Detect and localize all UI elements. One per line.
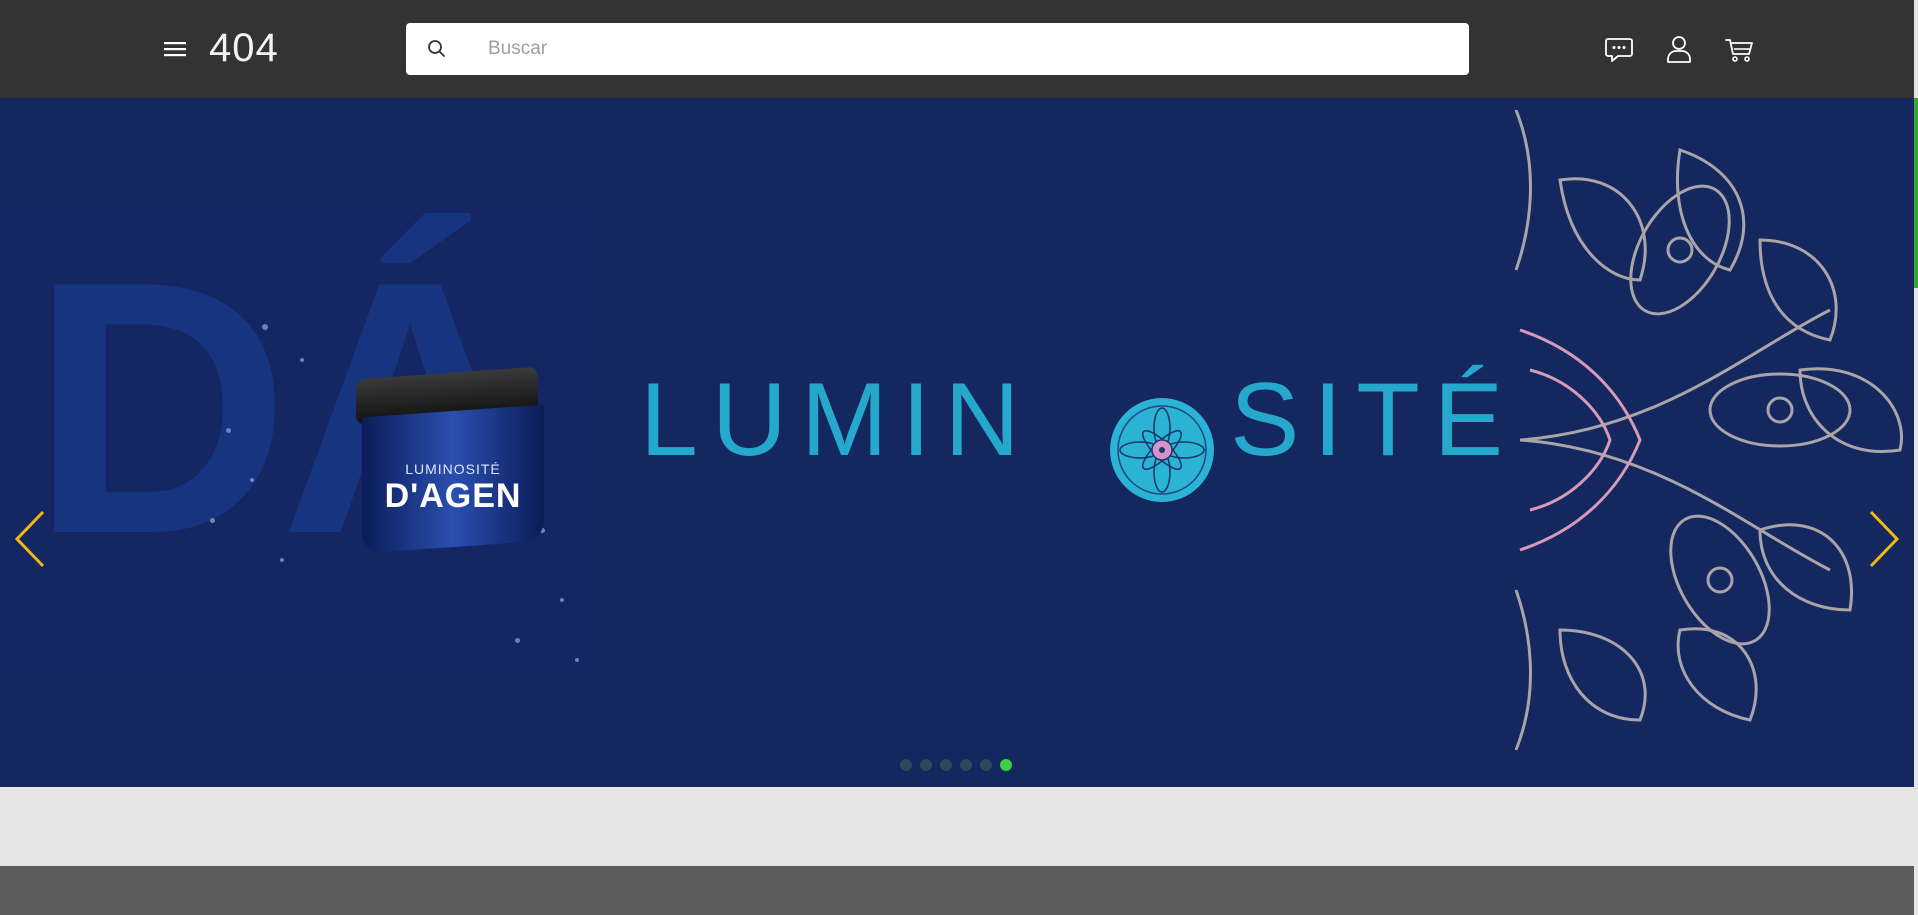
chat-icon[interactable]: [1603, 33, 1635, 65]
page-scrollbar[interactable]: [1914, 0, 1918, 915]
hamburger-menu-icon[interactable]: [160, 36, 190, 62]
bubble-decoration: [300, 358, 304, 362]
bubble-decoration: [226, 428, 231, 433]
carousel-next-button[interactable]: [1867, 510, 1901, 568]
bubble-decoration: [575, 658, 579, 662]
carousel-dots: [900, 759, 1012, 771]
footer-strip: [0, 866, 1914, 915]
carousel-dot-1[interactable]: [900, 759, 912, 771]
bubble-decoration: [262, 324, 268, 330]
top-header: 404: [0, 0, 1914, 98]
cart-icon[interactable]: [1723, 33, 1755, 65]
search-input[interactable]: [462, 23, 1452, 75]
carousel-dot-4[interactable]: [960, 759, 972, 771]
user-icon[interactable]: [1663, 33, 1695, 65]
hero-title-left: LUMIN: [640, 362, 1034, 478]
search-bar: [406, 23, 1469, 75]
hero-carousel: DÁ LUMINOSITÉ D'AGEN LUMIN SITÉ: [0, 98, 1914, 787]
hero-title-right: SITÉ: [1230, 362, 1518, 478]
bubble-decoration: [210, 518, 215, 523]
carousel-dot-3[interactable]: [940, 759, 952, 771]
carousel-dot-5[interactable]: [980, 759, 992, 771]
chevron-left-icon: [14, 510, 45, 568]
chevron-right-icon: [1869, 510, 1900, 568]
carousel-prev-button[interactable]: [13, 510, 47, 568]
scrollbar-thumb[interactable]: [1914, 98, 1918, 288]
site-logo[interactable]: 404: [209, 22, 279, 74]
mandala-badge-icon: [1108, 396, 1216, 504]
bubble-decoration: [280, 558, 284, 562]
bubble-decoration: [560, 598, 564, 602]
product-jar-image: LUMINOSITÉ D'AGEN: [356, 366, 550, 554]
page: 404 DÁ: [0, 0, 1918, 915]
jar-product-name: D'AGEN: [384, 477, 522, 515]
search-icon[interactable]: [426, 38, 448, 60]
bubble-decoration: [250, 478, 254, 482]
bubble-decoration: [515, 638, 520, 643]
mandala-art-decoration: [1500, 109, 1914, 770]
carousel-dot-6-active[interactable]: [1000, 759, 1012, 771]
jar-brand-label: LUMINOSITÉ: [405, 461, 501, 477]
carousel-dot-2[interactable]: [920, 759, 932, 771]
